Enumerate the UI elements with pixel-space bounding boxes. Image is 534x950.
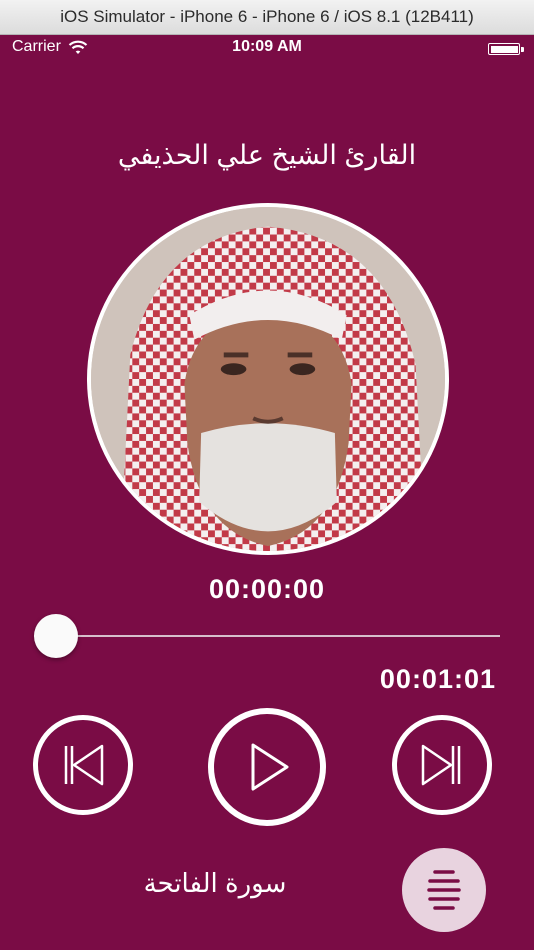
play-button[interactable] (208, 708, 326, 826)
skip-next-icon (421, 744, 461, 786)
skip-previous-icon (64, 744, 104, 786)
status-time: 10:09 AM (232, 38, 302, 55)
next-button[interactable] (392, 715, 492, 815)
surah-name: سورة الفاتحة (143, 868, 287, 898)
reciter-photo (87, 203, 449, 555)
slider-track[interactable] (34, 635, 500, 637)
battery-icon (488, 43, 524, 55)
menu-button[interactable] (402, 848, 486, 932)
simulator-title-bar: iOS Simulator - iPhone 6 - iPhone 6 / iO… (0, 0, 534, 35)
status-bar: Carrier 10:09 AM (0, 34, 534, 62)
reciter-name: القارئ الشيخ علي الحذيفي (117, 140, 417, 170)
current-time: 00:00:00 (208, 574, 326, 604)
slider-thumb[interactable] (34, 614, 78, 658)
total-time: 00:01:01 (379, 664, 496, 694)
simulator-title: iOS Simulator - iPhone 6 - iPhone 6 / iO… (60, 7, 474, 26)
play-icon (251, 743, 289, 791)
progress-slider[interactable] (34, 614, 500, 658)
menu-icon (427, 870, 461, 910)
previous-button[interactable] (33, 715, 133, 815)
